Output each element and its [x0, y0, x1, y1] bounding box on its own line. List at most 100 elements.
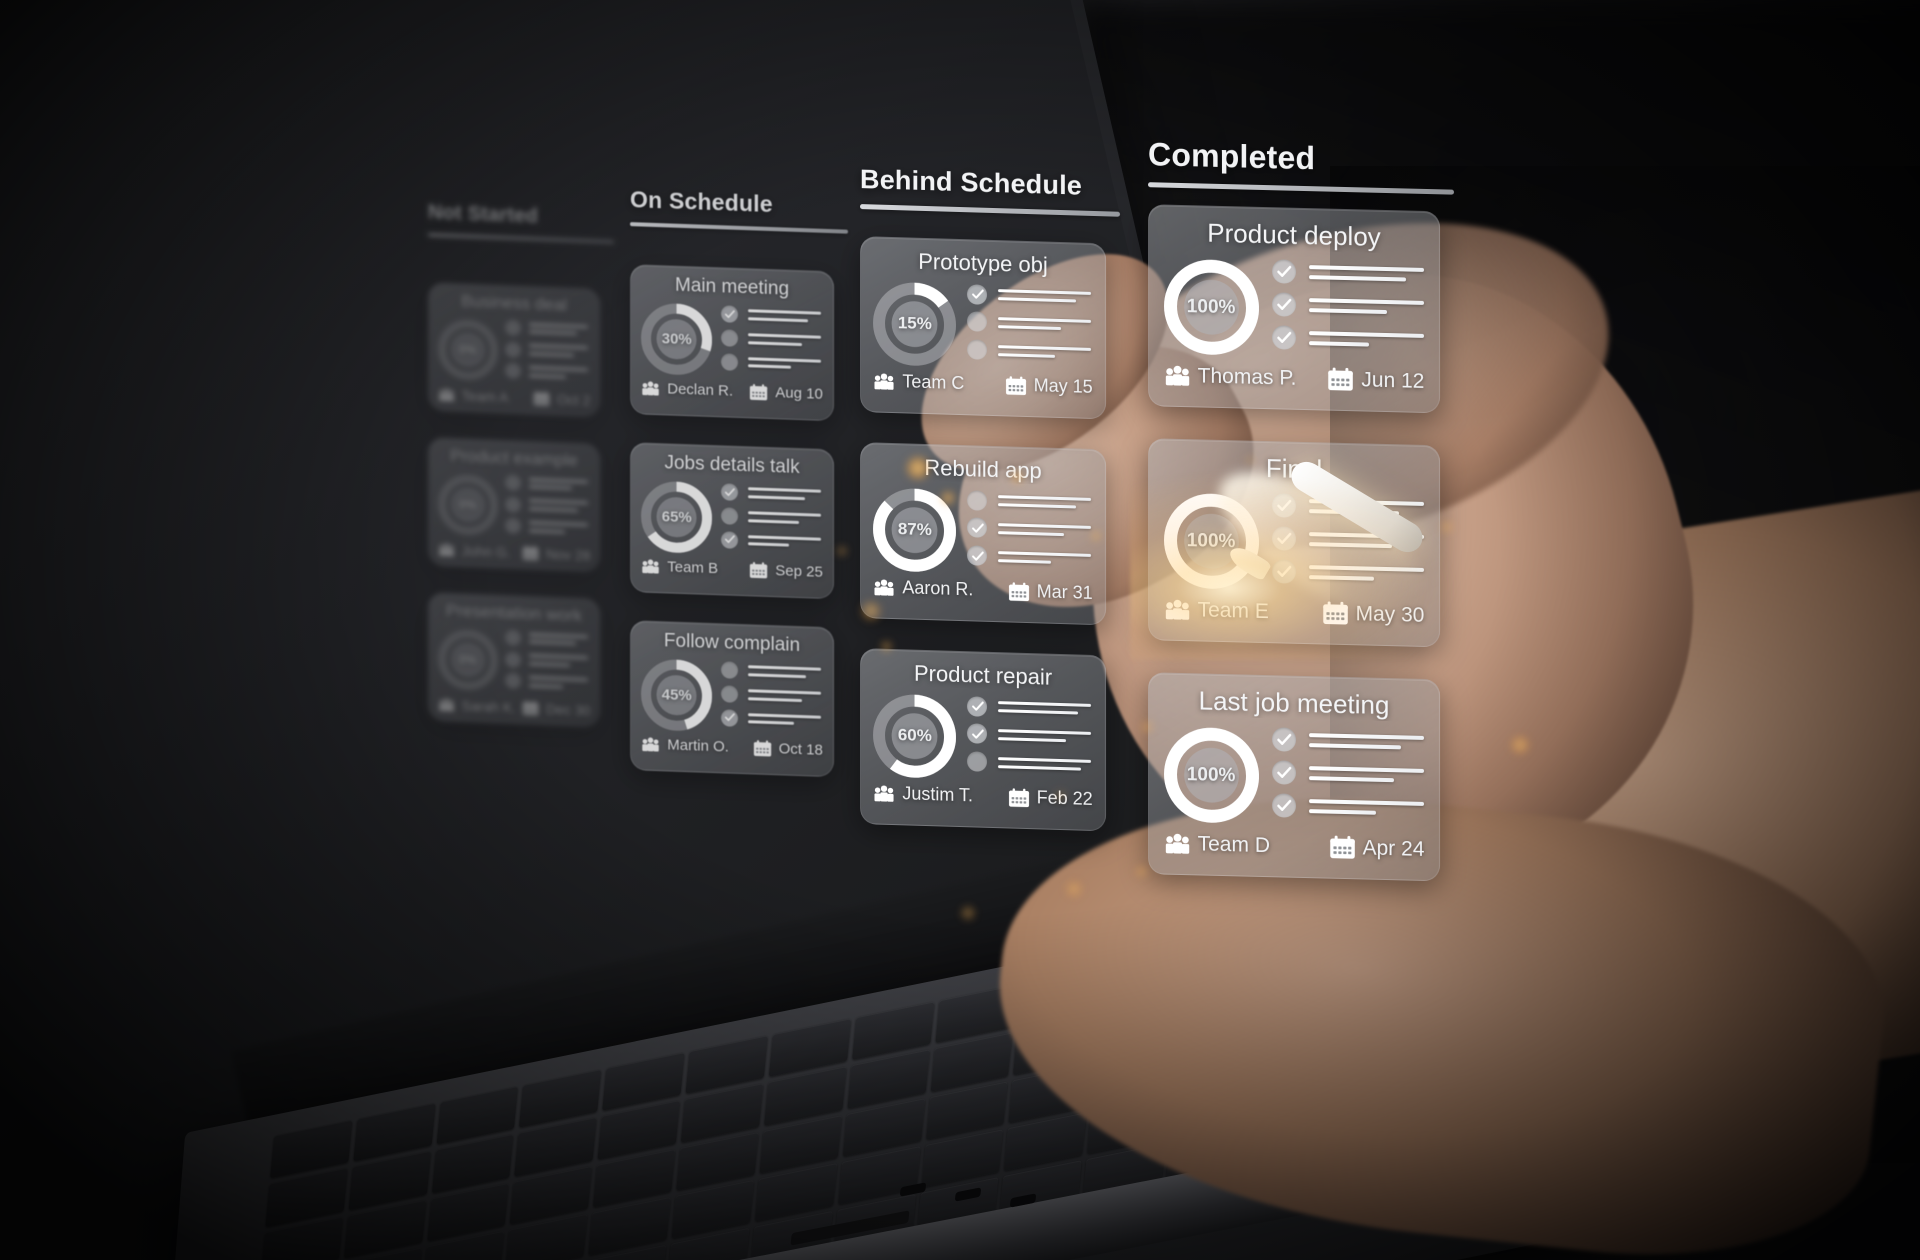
task-item[interactable]: [1271, 559, 1425, 588]
task-item[interactable]: [721, 530, 822, 552]
task-checkbox-empty[interactable]: [505, 629, 522, 646]
card-owner[interactable]: Sarah K.: [438, 696, 516, 715]
card-owner[interactable]: Martin O.: [641, 735, 729, 755]
task-item[interactable]: [1271, 259, 1425, 287]
card-owner[interactable]: Team A: [438, 386, 508, 405]
task-item[interactable]: [967, 283, 1092, 308]
task-item[interactable]: [967, 545, 1092, 570]
kanban-column-behind-schedule[interactable]: Behind Schedule Prototype obj 15% Team C…: [860, 164, 1126, 832]
task-checkbox-empty[interactable]: [505, 319, 522, 336]
card-owner[interactable]: Aaron R.: [873, 577, 973, 601]
kanban-column-not-started[interactable]: Not Started Business deal 0% Team A Oct …: [428, 201, 620, 727]
task-card[interactable]: Main meeting 30% Declan R. Aug 10: [630, 264, 834, 422]
task-checkbox-empty[interactable]: [967, 339, 988, 361]
card-owner[interactable]: John G.: [438, 541, 511, 560]
task-item[interactable]: [721, 305, 822, 326]
card-owner[interactable]: Team C: [873, 371, 964, 395]
task-checkbox-empty[interactable]: [505, 517, 522, 535]
task-checkbox-checked[interactable]: [1271, 727, 1296, 752]
task-item[interactable]: [967, 339, 1092, 364]
task-checkbox-empty[interactable]: [967, 489, 988, 511]
task-card[interactable]: Rebuild app 87% Aaron R. Mar 31: [860, 442, 1106, 626]
task-item[interactable]: [1271, 760, 1425, 788]
task-item[interactable]: [505, 340, 590, 360]
task-checkbox-empty[interactable]: [967, 751, 988, 773]
task-item[interactable]: [721, 685, 822, 706]
task-checkbox-empty[interactable]: [721, 352, 739, 371]
task-checkbox-empty[interactable]: [505, 495, 522, 513]
task-checkbox-checked[interactable]: [967, 723, 988, 745]
task-checkbox-empty[interactable]: [505, 340, 522, 358]
task-item[interactable]: [1271, 793, 1425, 822]
card-owner[interactable]: Declan R.: [641, 379, 733, 399]
task-item[interactable]: [967, 489, 1092, 514]
card-owner[interactable]: Team D: [1164, 831, 1270, 858]
task-card[interactable]: Product deploy 100% Thomas P. Jun 12: [1148, 204, 1440, 414]
task-item[interactable]: [967, 695, 1092, 720]
task-item[interactable]: [721, 507, 822, 528]
task-card[interactable]: Prototype obj 15% Team C May 15: [860, 236, 1106, 420]
card-due-date[interactable]: Aug 10: [749, 383, 823, 403]
task-item[interactable]: [505, 362, 590, 382]
task-item[interactable]: [1271, 727, 1425, 755]
task-item[interactable]: [505, 672, 590, 692]
task-card[interactable]: Business deal 0% Team A Oct 2: [428, 282, 600, 417]
kanban-column-completed[interactable]: Completed Product deploy 100% Thomas P. …: [1148, 136, 1460, 882]
task-checkbox-empty[interactable]: [505, 650, 522, 668]
card-owner[interactable]: Justim T.: [873, 783, 973, 807]
task-card[interactable]: Presentation work 0% Sarah K. Dec 30: [428, 592, 600, 727]
task-checkbox-checked[interactable]: [721, 483, 739, 501]
card-due-date[interactable]: Nov 28: [522, 544, 590, 563]
task-card[interactable]: Follow complain 45% Martin O. Oct 18: [630, 620, 834, 778]
task-checkbox-checked[interactable]: [967, 283, 988, 305]
card-due-date[interactable]: May 15: [1005, 375, 1093, 399]
card-due-date[interactable]: Jun 12: [1327, 367, 1424, 394]
card-due-date[interactable]: Mar 31: [1008, 581, 1093, 605]
task-item[interactable]: [1271, 325, 1425, 354]
task-checkbox-checked[interactable]: [1271, 292, 1296, 318]
task-checkbox-checked[interactable]: [967, 517, 988, 539]
card-due-date[interactable]: Apr 24: [1329, 835, 1424, 862]
task-item[interactable]: [721, 661, 822, 682]
task-item[interactable]: [505, 650, 590, 670]
task-card[interactable]: Last job meeting 100% Team D Apr 24: [1148, 672, 1440, 882]
task-checkbox-checked[interactable]: [1271, 793, 1296, 819]
card-owner[interactable]: Team B: [641, 557, 718, 577]
task-checkbox-empty[interactable]: [721, 685, 739, 703]
kanban-column-on-schedule[interactable]: On Schedule Main meeting 30% Declan R. A…: [630, 186, 854, 778]
task-checkbox-checked[interactable]: [1271, 559, 1296, 585]
task-checkbox-checked[interactable]: [721, 530, 739, 549]
card-owner[interactable]: Thomas P.: [1164, 363, 1296, 390]
task-checkbox-checked[interactable]: [967, 695, 988, 717]
task-card[interactable]: Product example 0% John G. Nov 28: [428, 437, 600, 572]
task-checkbox-checked[interactable]: [721, 305, 739, 323]
task-checkbox-checked[interactable]: [1271, 526, 1296, 552]
card-due-date[interactable]: Oct 2: [533, 390, 590, 408]
task-checkbox-checked[interactable]: [1271, 493, 1296, 518]
task-checkbox-checked[interactable]: [721, 708, 739, 727]
task-checkbox-checked[interactable]: [1271, 259, 1296, 284]
task-item[interactable]: [967, 751, 1092, 776]
task-item[interactable]: [967, 311, 1092, 336]
task-checkbox-empty[interactable]: [505, 474, 522, 491]
task-checkbox-empty[interactable]: [721, 661, 739, 679]
task-checkbox-empty[interactable]: [721, 507, 739, 525]
card-due-date[interactable]: Feb 22: [1008, 787, 1093, 811]
task-item[interactable]: [967, 517, 1092, 542]
card-due-date[interactable]: May 30: [1322, 601, 1424, 628]
task-checkbox-empty[interactable]: [505, 672, 522, 690]
task-item[interactable]: [721, 329, 822, 350]
task-item[interactable]: [505, 495, 590, 515]
card-due-date[interactable]: Sep 25: [749, 561, 823, 581]
task-item[interactable]: [721, 352, 822, 374]
task-item[interactable]: [505, 474, 590, 493]
task-item[interactable]: [721, 708, 822, 730]
card-due-date[interactable]: Oct 18: [753, 739, 823, 759]
task-card[interactable]: Jobs details talk 65% Team B Sep 25: [630, 442, 834, 600]
task-checkbox-empty[interactable]: [967, 311, 988, 333]
task-item[interactable]: [505, 319, 590, 338]
task-item[interactable]: [505, 517, 590, 537]
task-checkbox-empty[interactable]: [505, 362, 522, 380]
task-checkbox-empty[interactable]: [721, 329, 739, 347]
task-checkbox-checked[interactable]: [967, 545, 988, 567]
